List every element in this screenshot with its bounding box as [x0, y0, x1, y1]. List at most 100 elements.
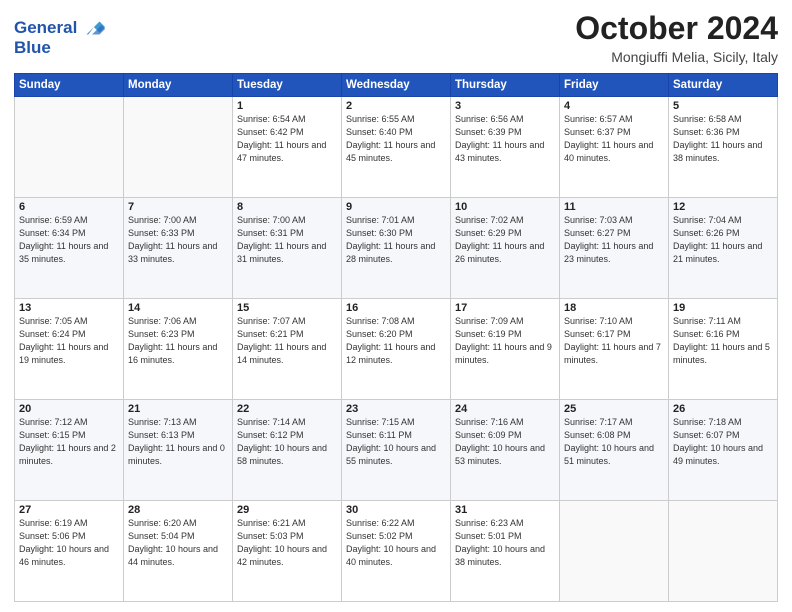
day-info: Sunrise: 7:00 AMSunset: 6:33 PMDaylight:… [128, 214, 228, 266]
day-number: 20 [19, 403, 119, 415]
day-number: 25 [564, 403, 664, 415]
day-cell [560, 501, 669, 602]
day-info: Sunrise: 7:12 AMSunset: 6:15 PMDaylight:… [19, 416, 119, 468]
day-cell: 20Sunrise: 7:12 AMSunset: 6:15 PMDayligh… [15, 400, 124, 501]
location: Mongiuffi Melia, Sicily, Italy [575, 49, 778, 65]
day-info: Sunrise: 7:15 AMSunset: 6:11 PMDaylight:… [346, 416, 446, 468]
week-row-2: 6Sunrise: 6:59 AMSunset: 6:34 PMDaylight… [15, 198, 778, 299]
day-info: Sunrise: 7:04 AMSunset: 6:26 PMDaylight:… [673, 214, 773, 266]
day-cell: 22Sunrise: 7:14 AMSunset: 6:12 PMDayligh… [233, 400, 342, 501]
calendar-header-row: SundayMondayTuesdayWednesdayThursdayFrid… [15, 74, 778, 97]
day-number: 3 [455, 100, 555, 112]
day-number: 15 [237, 302, 337, 314]
day-cell: 30Sunrise: 6:22 AMSunset: 5:02 PMDayligh… [342, 501, 451, 602]
day-cell: 9Sunrise: 7:01 AMSunset: 6:30 PMDaylight… [342, 198, 451, 299]
day-info: Sunrise: 7:07 AMSunset: 6:21 PMDaylight:… [237, 315, 337, 367]
week-row-5: 27Sunrise: 6:19 AMSunset: 5:06 PMDayligh… [15, 501, 778, 602]
day-info: Sunrise: 6:56 AMSunset: 6:39 PMDaylight:… [455, 113, 555, 165]
day-info: Sunrise: 7:08 AMSunset: 6:20 PMDaylight:… [346, 315, 446, 367]
day-info: Sunrise: 7:05 AMSunset: 6:24 PMDaylight:… [19, 315, 119, 367]
day-info: Sunrise: 6:59 AMSunset: 6:34 PMDaylight:… [19, 214, 119, 266]
column-header-wednesday: Wednesday [342, 74, 451, 97]
day-number: 10 [455, 201, 555, 213]
day-number: 28 [128, 504, 228, 516]
day-cell: 12Sunrise: 7:04 AMSunset: 6:26 PMDayligh… [669, 198, 778, 299]
day-cell: 18Sunrise: 7:10 AMSunset: 6:17 PMDayligh… [560, 299, 669, 400]
day-cell [15, 97, 124, 198]
day-cell: 17Sunrise: 7:09 AMSunset: 6:19 PMDayligh… [451, 299, 560, 400]
day-info: Sunrise: 7:09 AMSunset: 6:19 PMDaylight:… [455, 315, 555, 367]
day-info: Sunrise: 7:10 AMSunset: 6:17 PMDaylight:… [564, 315, 664, 367]
day-cell: 25Sunrise: 7:17 AMSunset: 6:08 PMDayligh… [560, 400, 669, 501]
logo: General Blue [14, 14, 107, 58]
day-info: Sunrise: 6:19 AMSunset: 5:06 PMDaylight:… [19, 517, 119, 569]
day-cell: 8Sunrise: 7:00 AMSunset: 6:31 PMDaylight… [233, 198, 342, 299]
day-info: Sunrise: 6:57 AMSunset: 6:37 PMDaylight:… [564, 113, 664, 165]
day-info: Sunrise: 6:55 AMSunset: 6:40 PMDaylight:… [346, 113, 446, 165]
week-row-4: 20Sunrise: 7:12 AMSunset: 6:15 PMDayligh… [15, 400, 778, 501]
day-number: 13 [19, 302, 119, 314]
day-number: 29 [237, 504, 337, 516]
day-info: Sunrise: 7:02 AMSunset: 6:29 PMDaylight:… [455, 214, 555, 266]
day-cell: 28Sunrise: 6:20 AMSunset: 5:04 PMDayligh… [124, 501, 233, 602]
day-number: 17 [455, 302, 555, 314]
column-header-tuesday: Tuesday [233, 74, 342, 97]
calendar-table: SundayMondayTuesdayWednesdayThursdayFrid… [14, 73, 778, 602]
day-cell: 23Sunrise: 7:15 AMSunset: 6:11 PMDayligh… [342, 400, 451, 501]
day-cell [669, 501, 778, 602]
day-info: Sunrise: 7:06 AMSunset: 6:23 PMDaylight:… [128, 315, 228, 367]
day-cell: 29Sunrise: 6:21 AMSunset: 5:03 PMDayligh… [233, 501, 342, 602]
day-number: 8 [237, 201, 337, 213]
day-cell: 5Sunrise: 6:58 AMSunset: 6:36 PMDaylight… [669, 97, 778, 198]
month-title: October 2024 [575, 10, 778, 47]
day-number: 6 [19, 201, 119, 213]
day-cell: 13Sunrise: 7:05 AMSunset: 6:24 PMDayligh… [15, 299, 124, 400]
column-header-saturday: Saturday [669, 74, 778, 97]
day-info: Sunrise: 7:00 AMSunset: 6:31 PMDaylight:… [237, 214, 337, 266]
day-info: Sunrise: 7:03 AMSunset: 6:27 PMDaylight:… [564, 214, 664, 266]
day-info: Sunrise: 6:22 AMSunset: 5:02 PMDaylight:… [346, 517, 446, 569]
day-number: 16 [346, 302, 446, 314]
day-cell: 10Sunrise: 7:02 AMSunset: 6:29 PMDayligh… [451, 198, 560, 299]
week-row-1: 1Sunrise: 6:54 AMSunset: 6:42 PMDaylight… [15, 97, 778, 198]
day-number: 9 [346, 201, 446, 213]
column-header-thursday: Thursday [451, 74, 560, 97]
logo-icon [79, 14, 107, 42]
day-cell: 6Sunrise: 6:59 AMSunset: 6:34 PMDaylight… [15, 198, 124, 299]
day-number: 12 [673, 201, 773, 213]
day-cell: 31Sunrise: 6:23 AMSunset: 5:01 PMDayligh… [451, 501, 560, 602]
day-info: Sunrise: 6:58 AMSunset: 6:36 PMDaylight:… [673, 113, 773, 165]
day-info: Sunrise: 7:17 AMSunset: 6:08 PMDaylight:… [564, 416, 664, 468]
column-header-monday: Monday [124, 74, 233, 97]
logo-text: General [14, 18, 77, 38]
day-info: Sunrise: 7:14 AMSunset: 6:12 PMDaylight:… [237, 416, 337, 468]
page-container: General Blue October 2024 Mongiuffi Meli… [0, 0, 792, 612]
day-info: Sunrise: 7:16 AMSunset: 6:09 PMDaylight:… [455, 416, 555, 468]
day-number: 14 [128, 302, 228, 314]
day-cell: 7Sunrise: 7:00 AMSunset: 6:33 PMDaylight… [124, 198, 233, 299]
day-info: Sunrise: 7:18 AMSunset: 6:07 PMDaylight:… [673, 416, 773, 468]
day-number: 7 [128, 201, 228, 213]
day-info: Sunrise: 7:11 AMSunset: 6:16 PMDaylight:… [673, 315, 773, 367]
day-cell: 4Sunrise: 6:57 AMSunset: 6:37 PMDaylight… [560, 97, 669, 198]
day-info: Sunrise: 6:21 AMSunset: 5:03 PMDaylight:… [237, 517, 337, 569]
day-number: 30 [346, 504, 446, 516]
day-number: 23 [346, 403, 446, 415]
day-cell: 27Sunrise: 6:19 AMSunset: 5:06 PMDayligh… [15, 501, 124, 602]
day-number: 26 [673, 403, 773, 415]
week-row-3: 13Sunrise: 7:05 AMSunset: 6:24 PMDayligh… [15, 299, 778, 400]
day-cell: 15Sunrise: 7:07 AMSunset: 6:21 PMDayligh… [233, 299, 342, 400]
column-header-friday: Friday [560, 74, 669, 97]
day-cell: 11Sunrise: 7:03 AMSunset: 6:27 PMDayligh… [560, 198, 669, 299]
header: General Blue October 2024 Mongiuffi Meli… [14, 10, 778, 65]
day-cell: 3Sunrise: 6:56 AMSunset: 6:39 PMDaylight… [451, 97, 560, 198]
day-number: 31 [455, 504, 555, 516]
day-number: 19 [673, 302, 773, 314]
day-cell: 14Sunrise: 7:06 AMSunset: 6:23 PMDayligh… [124, 299, 233, 400]
day-number: 21 [128, 403, 228, 415]
day-info: Sunrise: 6:23 AMSunset: 5:01 PMDaylight:… [455, 517, 555, 569]
day-cell: 16Sunrise: 7:08 AMSunset: 6:20 PMDayligh… [342, 299, 451, 400]
day-cell: 21Sunrise: 7:13 AMSunset: 6:13 PMDayligh… [124, 400, 233, 501]
day-cell: 2Sunrise: 6:55 AMSunset: 6:40 PMDaylight… [342, 97, 451, 198]
day-number: 11 [564, 201, 664, 213]
